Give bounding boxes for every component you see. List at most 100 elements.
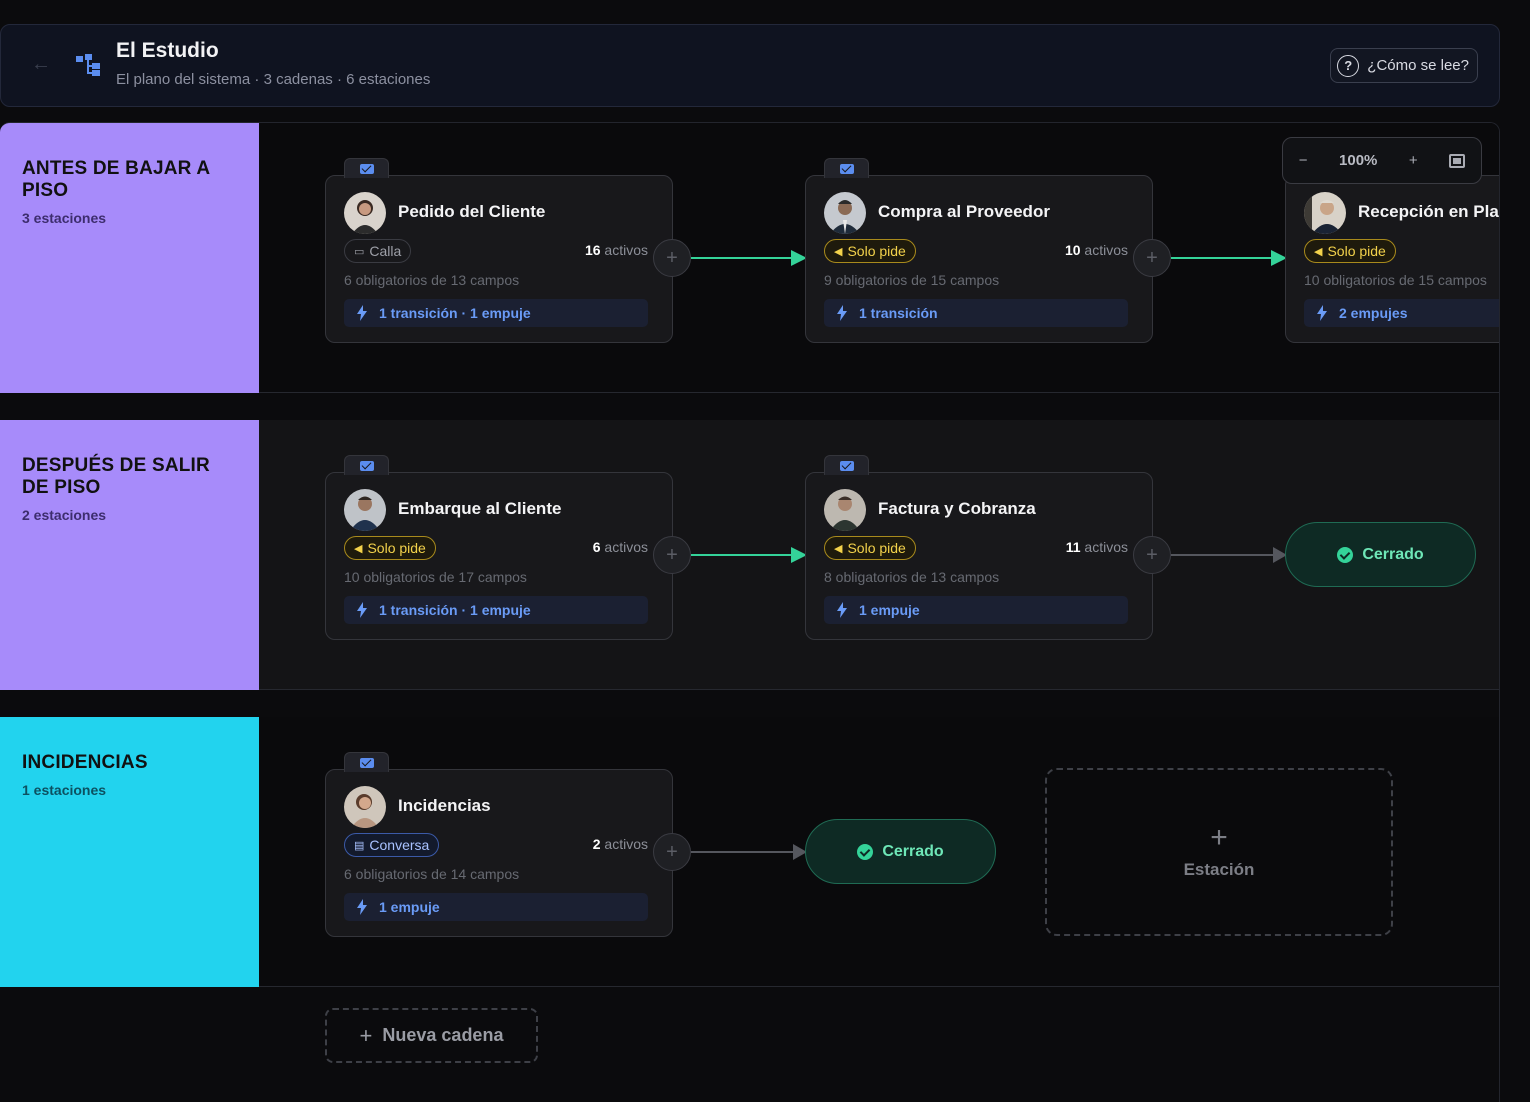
station-title: Compra al Proveedor [878, 202, 1050, 221]
transitions-link[interactable]: 2 empujes [1304, 299, 1499, 327]
add-connection-button[interactable]: + [653, 239, 691, 277]
lane-title: INCIDENCIAS [22, 752, 148, 773]
station-card[interactable]: Compra al Proveedor ◀ Solo pide 10 activo… [805, 158, 1153, 343]
check-circle-icon [857, 843, 874, 860]
actives-count: 6 activos [592, 539, 648, 555]
mode-badge: ▭ Calla [344, 239, 412, 263]
megaphone-icon: ◀ [354, 542, 363, 555]
mail-icon [359, 757, 374, 768]
help-icon: ? [1337, 54, 1360, 77]
hierarchy-icon [76, 54, 100, 76]
mode-badge: ◀ Solo pide [824, 239, 916, 263]
mode-badge: ◀ Solo pide [344, 536, 436, 560]
lane-count: 2 estaciones [22, 507, 107, 523]
lane-count: 3 estaciones [22, 210, 107, 226]
station-title: Embarque al Cliente [398, 499, 562, 518]
card-tab[interactable] [344, 752, 389, 772]
bolt-icon [837, 305, 847, 321]
plus-icon: + [1210, 821, 1228, 854]
transitions-link[interactable]: 1 transición · 1 empuje [344, 299, 648, 327]
lane-despues: DESPUÉS DE SALIR DE PISO 2 estaciones Em… [0, 420, 1499, 690]
avatar [1304, 192, 1346, 234]
add-connection-button[interactable]: + [653, 536, 691, 574]
add-connection-button[interactable]: + [653, 833, 691, 871]
fields-summary: 8 obligatorios de 13 campos [824, 569, 1000, 585]
chat-icon: ▤ [354, 839, 365, 852]
fields-summary: 10 obligatorios de 17 campos [344, 569, 527, 585]
mail-icon [839, 163, 854, 174]
megaphone-icon: ◀ [834, 245, 843, 258]
connector-line [1171, 554, 1273, 556]
mail-icon [359, 163, 374, 174]
avatar [824, 489, 866, 531]
back-arrow-icon[interactable]: ← [31, 53, 51, 76]
station-card[interactable]: Factura y Cobranza ◀ Solo pide 11 activos… [805, 455, 1153, 640]
lane-title: DESPUÉS DE SALIR DE PISO [22, 455, 210, 498]
add-connection-button[interactable]: + [1133, 536, 1171, 574]
add-station-button[interactable]: + Estación [1045, 768, 1393, 936]
card-tab[interactable] [344, 455, 389, 475]
add-station-label: Estación [1183, 860, 1255, 879]
new-chain-label: Nueva cadena [382, 1025, 504, 1045]
lane-label: DESPUÉS DE SALIR DE PISO 2 estaciones [0, 420, 259, 690]
mail-icon [839, 460, 854, 471]
fields-summary: 6 obligatorios de 13 campos [344, 272, 520, 288]
mode-badge: ◀ Solo pide [1304, 239, 1396, 263]
add-connection-button[interactable]: + [1133, 239, 1171, 277]
lane-title: ANTES DE BAJAR A PISO [22, 158, 210, 201]
lane-antes: ANTES DE BAJAR A PISO 3 estaciones Pedid… [0, 123, 1499, 393]
transitions-link[interactable]: 1 transición · 1 empuje [344, 596, 648, 624]
lane-label: INCIDENCIAS 1 estaciones [0, 717, 259, 987]
station-card[interactable]: Incidencias ▤ Conversa 2 activos 6 obliga… [325, 752, 673, 937]
transitions-link[interactable]: 1 empuje [344, 893, 648, 921]
new-chain-button[interactable]: + Nueva cadena [325, 1008, 538, 1063]
zoom-out-icon[interactable]: − [1299, 152, 1308, 169]
card-tab[interactable] [824, 158, 869, 178]
bolt-icon [837, 602, 847, 618]
avatar [344, 192, 386, 234]
closed-state[interactable]: Cerrado [1285, 522, 1476, 587]
connector-line [691, 257, 791, 259]
mail-icon [359, 460, 374, 471]
station-card[interactable]: Recepción en Planta ◀Solo pide 10 obliga… [1285, 175, 1499, 343]
transitions-link[interactable]: 1 empuje [824, 596, 1128, 624]
actives-count: 2 activos [592, 836, 648, 852]
bolt-icon [357, 899, 367, 915]
station-card[interactable]: Pedido del Cliente ▭ Calla 16 activos 6 o… [325, 158, 673, 343]
check-circle-icon [1337, 546, 1354, 563]
fit-screen-icon[interactable] [1449, 153, 1466, 168]
megaphone-icon: ◀ [834, 542, 843, 555]
bolt-icon [357, 305, 367, 321]
station-card[interactable]: Embarque al Cliente ◀ Solo pide 6 activos… [325, 455, 673, 640]
help-label: ¿Cómo se lee? [1367, 57, 1469, 74]
connector-line [691, 851, 793, 853]
transitions-link[interactable]: 1 transición [824, 299, 1128, 327]
actives-count: 16 activos [584, 242, 648, 258]
avatar [344, 489, 386, 531]
avatar [824, 192, 866, 234]
board: ANTES DE BAJAR A PISO 3 estaciones Pedid… [0, 122, 1500, 1102]
station-title: Recepción en Planta [1358, 202, 1499, 221]
lane-count: 1 estaciones [22, 782, 107, 798]
connector-line [691, 554, 791, 556]
page-subtitle: El plano del sistema · 3 cadenas · 6 est… [116, 71, 431, 88]
actives-count: 10 activos [1064, 242, 1128, 258]
card-tab[interactable] [824, 455, 869, 475]
fields-summary: 9 obligatorios de 15 campos [824, 272, 1000, 288]
actives-count: 11 activos [1065, 539, 1128, 555]
lane-label: ANTES DE BAJAR A PISO 3 estaciones [0, 123, 259, 393]
bolt-icon [1317, 305, 1327, 321]
help-button[interactable]: ? ¿Cómo se lee? [1330, 48, 1478, 83]
closed-state[interactable]: Cerrado [805, 819, 996, 884]
header-bar: ← El Estudio El plano del sistema · 3 ca… [0, 24, 1500, 107]
station-title: Factura y Cobranza [878, 499, 1036, 518]
fields-summary: 10 obligatorios de 15 campos [1304, 272, 1487, 288]
megaphone-icon: ◀ [1314, 245, 1323, 258]
card-tab[interactable] [344, 158, 389, 178]
page-title: El Estudio [116, 39, 219, 62]
connector-line [1171, 257, 1271, 259]
mode-badge: ◀ Solo pide [824, 536, 916, 560]
fields-summary: 6 obligatorios de 14 campos [344, 866, 520, 882]
zoom-in-icon[interactable]: + [1409, 152, 1418, 169]
mode-badge: ▤ Conversa [344, 833, 440, 857]
